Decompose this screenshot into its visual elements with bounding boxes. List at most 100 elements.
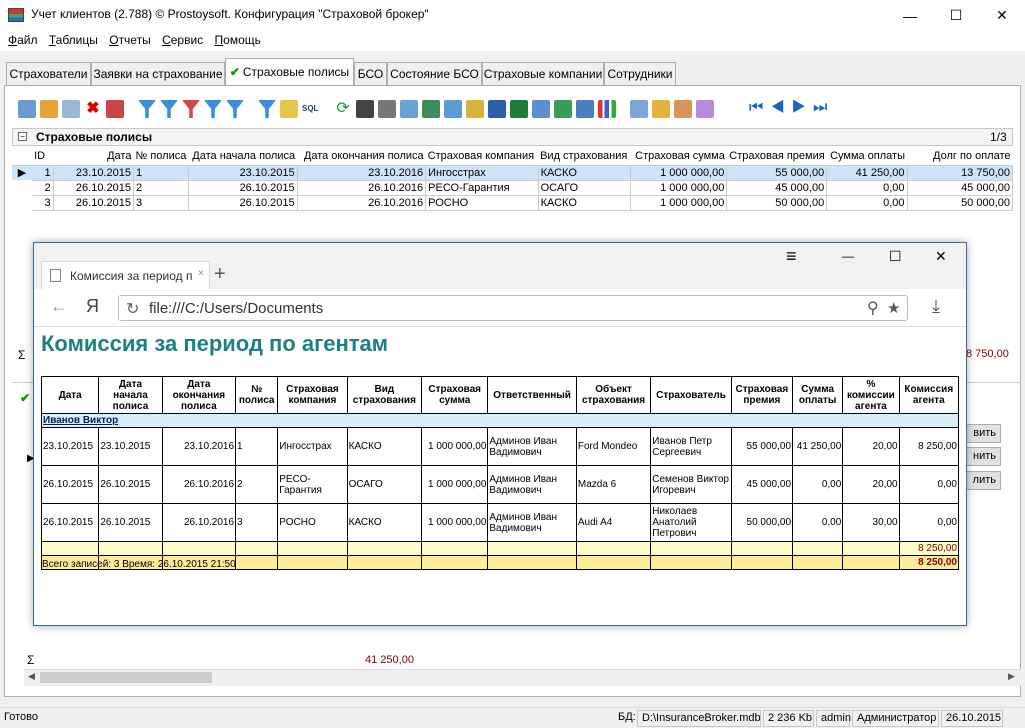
tab-policyholders[interactable]: Страхователи	[6, 62, 91, 85]
export-icon[interactable]	[422, 100, 440, 118]
user-role: Администратор	[852, 710, 939, 727]
grid-header-row: ID Дата № полиса Дата начала полиса Дата…	[12, 148, 1013, 166]
copy-icon[interactable]	[62, 100, 80, 118]
tab-employees[interactable]: Сотрудники	[604, 62, 676, 85]
scrollbar-thumb[interactable]	[40, 672, 212, 683]
delete-all-icon[interactable]	[106, 100, 124, 118]
column-header[interactable]: Долг по оплате	[907, 148, 1013, 166]
print-icon[interactable]	[378, 100, 396, 118]
filter-saved-icon[interactable]	[258, 100, 276, 118]
filter-icon[interactable]	[138, 100, 156, 118]
export-html-icon[interactable]	[444, 100, 462, 118]
close-button[interactable]: ✕	[979, 0, 1025, 31]
group-total: 8 250,00	[898, 541, 960, 556]
column-header[interactable]: Дата окончания полиса	[297, 148, 426, 166]
navigation-icons[interactable]: ⏮◀▶⏭	[749, 99, 834, 117]
filter-custom-icon[interactable]	[226, 100, 244, 118]
filter-group-icon[interactable]	[280, 100, 298, 118]
browser-maximize-button[interactable]: ☐	[889, 248, 902, 265]
menu-service[interactable]: Сервис	[154, 31, 203, 47]
table-row[interactable]: 2 26.10.2015 2 26.10.2015 26.10.2016 РЕСО-Гар…	[12, 180, 1013, 196]
tab-insurers[interactable]: Страховые компании	[482, 62, 604, 85]
table-row[interactable]: 3 26.10.2015 3 26.10.2015 26.10.2016 РОСНО КАС…	[12, 195, 1013, 211]
browser-toolbar: ← Я ↻ file:///C:/Users/Documents ⚲ ★ ⤓	[34, 289, 966, 327]
menu-tables[interactable]: Таблицы	[41, 31, 98, 47]
find-icon[interactable]	[356, 100, 374, 118]
page-icon	[50, 269, 61, 282]
column-header[interactable]: ID	[32, 148, 54, 166]
column-header[interactable]: Дата начала полиса	[188, 148, 298, 166]
download-icon[interactable]: ⤓	[932, 296, 940, 317]
column-header[interactable]: Вид страхования	[538, 148, 631, 166]
filter-advanced-icon[interactable]	[204, 100, 222, 118]
tab-bso-state[interactable]: Состояние БСО	[387, 62, 482, 85]
zoom-icon[interactable]: ⚲	[867, 298, 879, 318]
title-bar: Учет клиентов (2.788) © Prostoysoft. Кон…	[0, 0, 1025, 31]
table-settings-icon[interactable]	[674, 100, 692, 118]
reload-icon[interactable]: ↻	[126, 299, 139, 319]
column-header[interactable]: Страховая сумма	[630, 148, 727, 166]
refresh-icon[interactable]: ⟳	[334, 100, 352, 118]
column-header[interactable]: № полиса	[133, 148, 189, 166]
export-image-icon[interactable]	[532, 100, 550, 118]
report-header-row: Дата Дата начала полиса Дата окончания п…	[40, 376, 960, 414]
check-icon: ✔	[20, 391, 31, 405]
tab-close-icon[interactable]: ×	[198, 268, 204, 279]
tab-applications[interactable]: Заявки на страхование	[91, 62, 225, 85]
table-row[interactable]: ▶ 1 23.10.2015 1 23.10.2015 23.10.2016 Ингосс…	[12, 165, 1013, 181]
grid-header-bar	[12, 128, 1013, 146]
group-name: Иванов Виктор	[41, 413, 959, 428]
status-bar: Готово БД: D:\InsuranceBroker.mdb 2 236 …	[0, 707, 1025, 728]
sigma-icon: Σ	[27, 653, 35, 667]
layout-icon[interactable]	[696, 100, 714, 118]
minimize-button[interactable]: —	[887, 0, 933, 31]
browser-minimize-button[interactable]: —	[842, 249, 854, 263]
new-tab-button[interactable]: +	[214, 263, 226, 286]
tab-policies[interactable]: ✔ Страховые полисы	[225, 58, 354, 85]
window-title: Учет клиентов (2.788) © Prostoysoft. Кон…	[31, 7, 429, 21]
import-icon[interactable]	[576, 100, 594, 118]
app-icon	[8, 8, 24, 22]
scroll-left-icon[interactable]: ◀	[28, 671, 35, 682]
browser-window: Комиссия за период п × + ≡ — ☐ ✕ ← Я ↻ f…	[33, 242, 967, 626]
column-header[interactable]: Сумма оплаты	[826, 148, 907, 166]
bookmark-star-icon[interactable]: ★	[887, 299, 900, 317]
collapse-icon[interactable]: −	[18, 132, 27, 141]
report-table: Дата Дата начала полиса Дата окончания п…	[40, 376, 960, 570]
tab-strip: Страхователи Заявки на страхование ✔ Стра…	[0, 58, 1025, 85]
menu-reports[interactable]: Отчеты	[101, 31, 151, 47]
menu-help[interactable]: Помощь	[207, 31, 261, 47]
chart-icon[interactable]	[598, 100, 616, 118]
export-txt-icon[interactable]	[554, 100, 572, 118]
column-header[interactable]: Страховая премия	[726, 148, 827, 166]
tab-bso[interactable]: БСО	[354, 62, 387, 85]
column-header[interactable]: Страховая компания	[425, 148, 539, 166]
sql-icon[interactable]: SQL	[302, 100, 320, 118]
sort-icon[interactable]	[630, 100, 648, 118]
maximize-button[interactable]: ☐	[933, 0, 979, 31]
browser-close-button[interactable]: ✕	[935, 248, 947, 265]
export-word-icon[interactable]	[488, 100, 506, 118]
filter-clear-icon[interactable]	[160, 100, 178, 118]
column-header[interactable]: Дата	[53, 148, 134, 166]
status-date: 26.10.2015	[941, 710, 1003, 727]
export-excel-icon[interactable]	[510, 100, 528, 118]
browser-menu-icon[interactable]: ≡	[786, 246, 797, 267]
db-path: D:\InsuranceBroker.mdb	[637, 710, 761, 727]
scroll-right-icon[interactable]: ▶	[1008, 671, 1015, 682]
edit-icon[interactable]	[40, 100, 58, 118]
report-row: 26.10.2015 26.10.2015 26.10.2016 3 РОСНО КАСК…	[40, 503, 960, 542]
menu-file[interactable]: Файл	[0, 31, 38, 47]
add-record-icon[interactable]	[18, 100, 36, 118]
row-pointer-icon: ▶	[12, 165, 33, 180]
yandex-icon[interactable]: Я	[86, 296, 99, 317]
preview-icon[interactable]	[400, 100, 418, 118]
export-xml-icon[interactable]	[466, 100, 484, 118]
back-button[interactable]: ←	[50, 296, 68, 317]
browser-tab[interactable]: Комиссия за период п ×	[41, 261, 210, 289]
address-bar[interactable]: ↻ file:///C:/Users/Documents ⚲ ★	[118, 295, 908, 321]
db-size: 2 236 Kb	[763, 710, 814, 727]
delete-icon[interactable]: ✖	[84, 100, 102, 118]
filter-remove-icon[interactable]	[182, 100, 200, 118]
columns-icon[interactable]	[652, 100, 670, 118]
